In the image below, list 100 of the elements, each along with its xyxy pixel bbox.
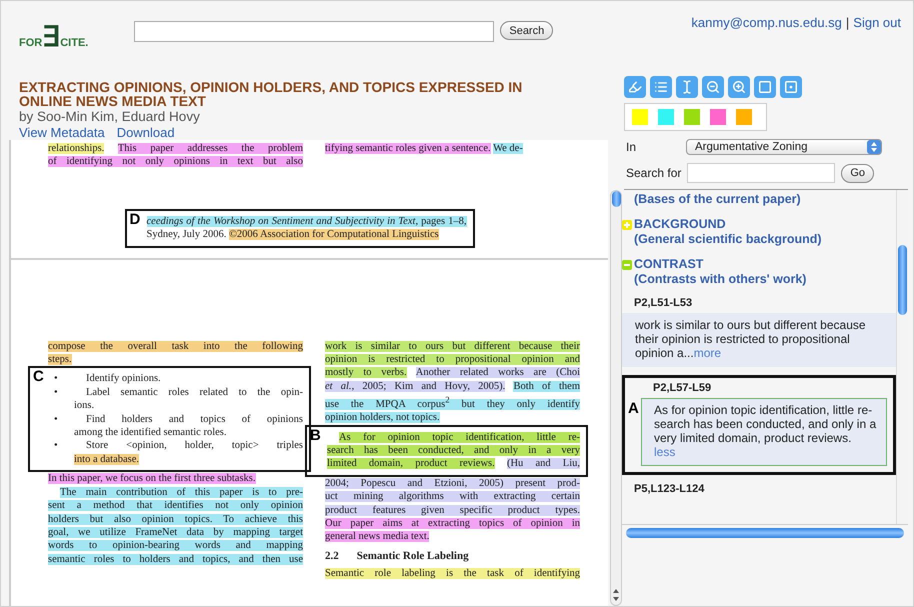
highlighted-text: ©2006 Association for Computational Linguistics (228, 229, 439, 240)
search-for-field[interactable] (687, 163, 836, 183)
highlighted-text: Our paper aims at extracting topics of opinion in (325, 518, 580, 529)
color-swatch[interactable] (710, 109, 726, 125)
color-swatch[interactable] (736, 109, 752, 125)
highlighter-icon (628, 80, 642, 94)
highlighted-text: Semantic role labeling is the task of identifying (325, 568, 580, 580)
tool-button[interactable] (702, 76, 724, 98)
separator-text: | (846, 15, 850, 30)
tool-button[interactable] (624, 76, 646, 98)
minus-icon[interactable] (622, 260, 632, 270)
highlighted-text: sent a method that identifies not only opinion (48, 500, 303, 512)
stepper-icon (867, 140, 882, 154)
bullet-mark: • (53, 439, 59, 454)
document-text: Identify opinions. (86, 373, 161, 384)
snippet-text: work is similar to ours but different because their opinion is restricted to propositional opinion a...more (635, 318, 867, 360)
highlighted-text: mostly to verbs. (325, 367, 407, 378)
tool-button[interactable] (728, 76, 750, 98)
highlighted-text: We de- (493, 143, 523, 154)
highlighted-text: relationships. (48, 143, 104, 154)
paper-link[interactable]: View Metadata (19, 125, 105, 140)
document-text: Sydney, July 2006. (146, 229, 228, 240)
highlighted-text: The main contribution of this paper is to pre- (60, 486, 303, 498)
highlighted-text: work is similar to ours but different because their (325, 340, 580, 352)
highlighted-text: opinion holders, not topics. (325, 412, 440, 424)
square-icon (758, 80, 772, 94)
go-button[interactable]: Go (841, 164, 874, 182)
horizontal-scrollbar[interactable] (626, 528, 904, 538)
highlighted-text: of identifying not only opinions in text but also (48, 156, 303, 168)
highlighted-text: opinion is restricted to propositional opinion and (325, 354, 580, 366)
color-swatch[interactable] (632, 109, 648, 125)
callout-label: B (310, 428, 321, 442)
less-link[interactable]: less (654, 445, 676, 459)
sign-out-link[interactable]: Sign out (853, 15, 901, 30)
highlighted-text: steps. (48, 354, 72, 366)
highlighted-text: In this paper, we focus on the first three subtasks. (48, 473, 256, 484)
document-text: ions. (74, 400, 94, 412)
highlighted-text: Both of them (513, 380, 580, 392)
snippet-location: P2,L51-L53 (633, 297, 694, 309)
list-icon (654, 80, 668, 94)
snippet-location: P2,L57-L59 (652, 382, 712, 394)
zone-name[interactable]: BACKGROUND (634, 217, 726, 232)
tool-button[interactable] (780, 76, 802, 98)
snippet-text: As for opinion topic identification, little re-search has been conducted, and only in a very limited domain, product reviews. (654, 403, 878, 445)
highlighted-text: compose the overall task into the following (48, 340, 303, 352)
zone-name[interactable]: CONTRAST (634, 257, 704, 272)
search-field[interactable] (134, 21, 494, 42)
highlighted-text: holders but also opinion topics. To achieve this (48, 514, 303, 524)
zone-description: (Bases of the current paper) (634, 192, 802, 207)
tool-button[interactable] (754, 76, 776, 98)
scrollbar[interactable] (896, 190, 908, 524)
scrollbar-thumb[interactable] (612, 191, 620, 207)
section-heading: Semantic Role Labeling (356, 550, 469, 564)
highlighted-text: general news media text. (325, 531, 430, 542)
paper-title: EXTRACTING OPINIONS, OPINION HOLDERS, AND TOPICS EXPRESSED IN ONLINE NEWS MEDIA TEXT (19, 80, 524, 108)
search-for-label: Search for (626, 166, 682, 180)
highlighted-text: ceedings of the Workshop on Sentiment and Subjectivity in Text, pages 1–8, (146, 216, 466, 227)
zone-description: (Contrasts with others' work) (634, 272, 808, 287)
bullet-mark: • (53, 412, 59, 427)
color-swatch[interactable] (658, 109, 674, 125)
highlighted-text: et al., 2005; Kim and Hovy, 2005). (325, 380, 506, 392)
callout-label: D (130, 212, 140, 226)
highlighted-text: use the MPQA corpus$^{2}$ but they only identify (325, 398, 580, 410)
document-text: Find holders and topics of opinions (86, 414, 303, 425)
in-label: In (626, 140, 636, 154)
tool-button[interactable] (676, 76, 698, 98)
paper-authors: by Soo-Min Kim, Eduard Hovy (19, 109, 201, 124)
user-email-link[interactable]: kanmy@comp.nus.edu.sg (691, 15, 842, 30)
paper-link[interactable]: Download (116, 125, 175, 140)
highlighted-text: goal, we utilize FrameNet data by mapping target (48, 526, 303, 538)
highlighted-text: semantic roles to holders and topics, and then use (48, 554, 303, 565)
document-text: among the identified semantic roles. (74, 427, 226, 438)
highlighted-text: words to opinion-bearing words and mapping (48, 540, 303, 552)
search-button[interactable]: Search (500, 21, 554, 40)
document-text: Store <opinion, holder, topic> triples (86, 440, 303, 452)
highlighted-text: limited domain, product reviews. (327, 458, 495, 470)
scheme-select[interactable]: Argumentative Zoning (686, 139, 882, 155)
color-swatch[interactable] (684, 109, 700, 125)
document-text: Label semantic roles related to the opin- (86, 386, 303, 398)
highlighted-text: 2004; Popescu and Etzioni, 2005) present prod- (325, 478, 580, 489)
highlighted-text: As for opinion topic identification, little re- (339, 432, 580, 443)
scrollbar[interactable] (610, 190, 622, 606)
logo: FOR∃CITE. (19, 25, 88, 49)
callout-label: C (33, 370, 44, 384)
highlighted-text: tifying semantic roles given a sentence. (325, 143, 491, 154)
zone-description: (General scientific background) (634, 232, 823, 247)
highlighted-text: into a database. (74, 454, 140, 465)
highlighted-text: uct mining algorithms with extracting certain (325, 491, 580, 502)
highlighted-text: product features given specific product types. (325, 504, 580, 516)
callout-label: A (628, 400, 639, 417)
bullet-mark: • (53, 372, 59, 386)
snippet-location: P5,L123-L124 (633, 483, 706, 495)
highlighted-text: search has been conducted, and only in a very (327, 444, 580, 456)
highlighted-text: (Hu and Liu, (506, 458, 580, 470)
highlighted-text: This paper addresses the problem (118, 143, 304, 154)
tool-button[interactable] (650, 76, 672, 98)
scroll-arrows-icon[interactable] (612, 587, 620, 603)
scrollbar-thumb[interactable] (898, 245, 907, 315)
more-link[interactable]: more (694, 346, 722, 360)
section-number: 2.2 (325, 550, 339, 564)
